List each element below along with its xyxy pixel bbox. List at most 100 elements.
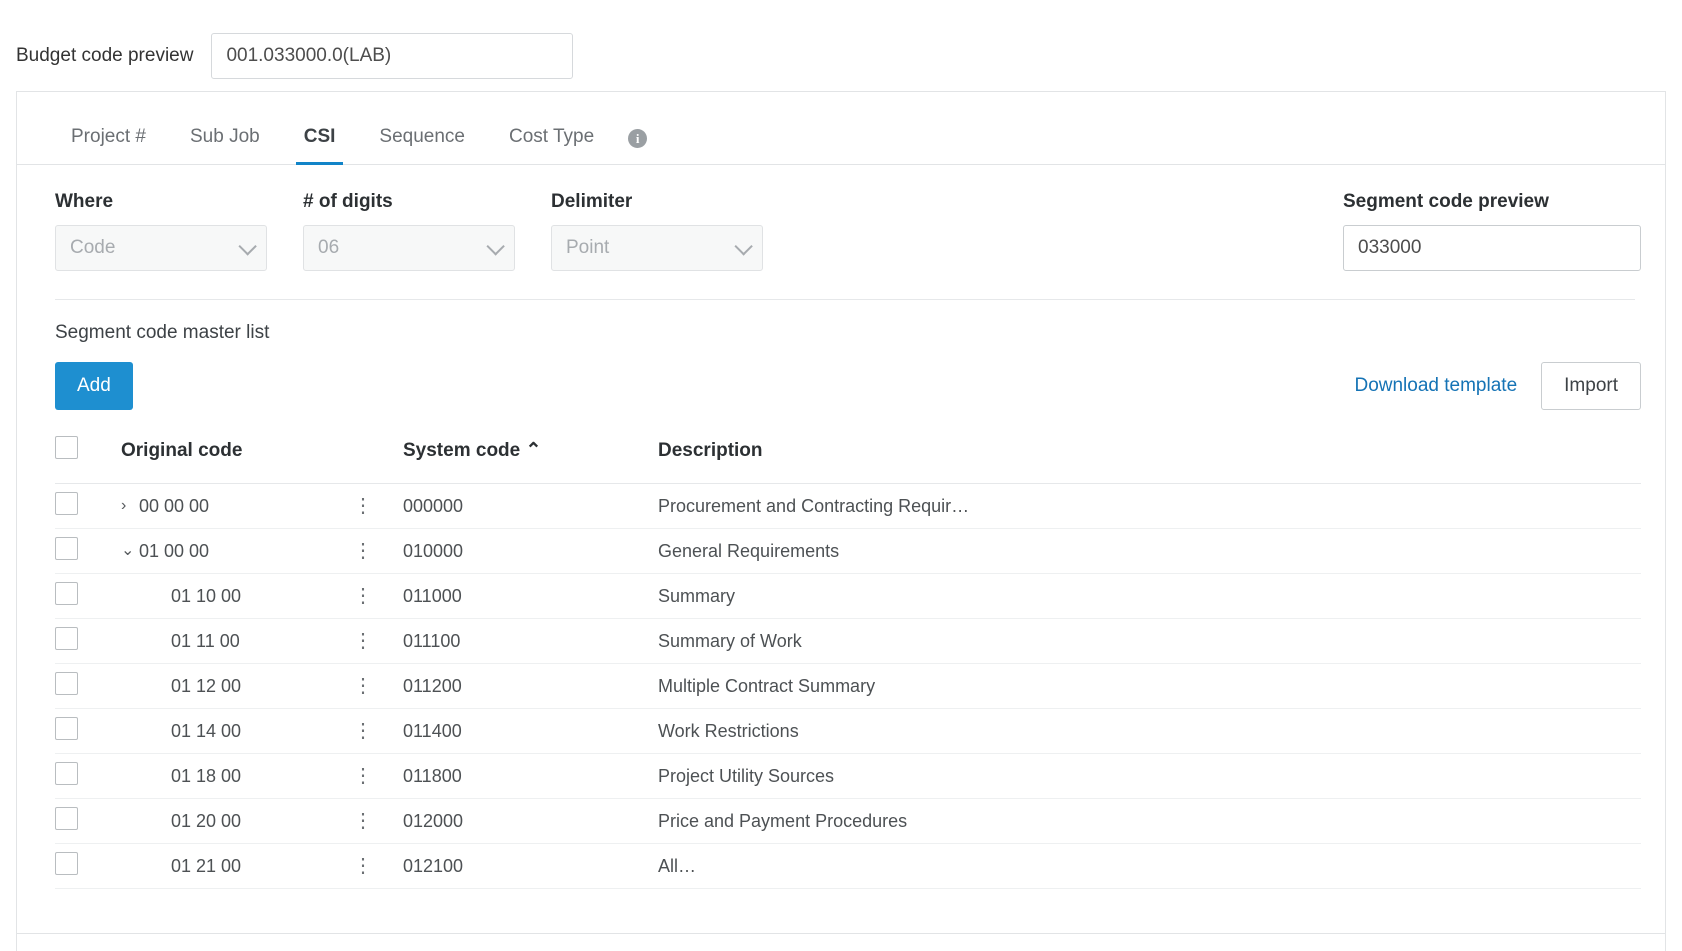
table-row[interactable]: 01 18 00⋮011800Project Utility Sources xyxy=(55,754,1641,799)
download-template-link[interactable]: Download template xyxy=(1354,375,1517,397)
row-menu-icon[interactable]: ⋮ xyxy=(353,810,373,832)
original-code-cell: 01 12 00 xyxy=(121,664,353,709)
where-select[interactable]: Code xyxy=(55,225,267,271)
system-code-header[interactable]: System code ⌃ xyxy=(403,436,658,484)
select-all-checkbox[interactable] xyxy=(55,436,78,459)
table-row[interactable]: ⌄01 00 00⋮010000General Requirements xyxy=(55,529,1641,574)
row-checkbox[interactable] xyxy=(55,537,78,560)
row-menu-icon[interactable]: ⋮ xyxy=(353,720,373,742)
row-menu-cell: ⋮ xyxy=(353,844,403,889)
original-code-cell: 01 18 00 xyxy=(121,754,353,799)
system-code-cell: 011200 xyxy=(403,664,658,709)
row-select-cell xyxy=(55,709,121,754)
row-menu-cell: ⋮ xyxy=(353,754,403,799)
table-row[interactable]: 01 11 00 ⋮ 011100Summary of Work xyxy=(55,619,1641,664)
row-checkbox[interactable] xyxy=(55,807,78,830)
row-menu-icon[interactable]: ⋮ xyxy=(353,855,373,877)
row-menu-icon[interactable]: ⋮ xyxy=(353,540,373,562)
tab-project[interactable]: Project # xyxy=(49,126,168,164)
table-row[interactable]: 01 14 00⋮011400Work Restrictions xyxy=(55,709,1641,754)
row-checkbox[interactable] xyxy=(55,627,78,650)
row-menu-cell: ⋮ xyxy=(353,619,403,664)
row-select-cell xyxy=(55,844,121,889)
row-menu-icon[interactable]: ⋮ xyxy=(353,630,373,652)
add-button[interactable]: Add xyxy=(55,362,133,410)
original-code-value: 01 00 00 xyxy=(139,541,209,562)
original-code-cell: 01 14 00 xyxy=(121,709,353,754)
description-header[interactable]: Description xyxy=(658,436,1641,484)
row-checkbox[interactable] xyxy=(55,672,78,695)
digits-label: # of digits xyxy=(303,191,515,213)
segment-code-preview-field[interactable]: 033000 xyxy=(1343,225,1641,271)
tab-sequence[interactable]: Sequence xyxy=(357,126,487,164)
system-code-cell: 011100 xyxy=(403,619,658,664)
original-code-cell: 01 21 00 xyxy=(121,844,353,889)
master-list-actions: Add Download template Import xyxy=(17,344,1665,410)
segment-config-panel: Project #Sub JobCSISequenceCost Type i Wh… xyxy=(16,91,1666,951)
row-menu-icon[interactable]: ⋮ xyxy=(353,585,373,607)
budget-code-preview-label: Budget code preview xyxy=(16,45,193,67)
row-checkbox[interactable] xyxy=(55,762,78,785)
row-checkbox[interactable] xyxy=(55,582,78,605)
description-cell: Summary of Work xyxy=(658,619,1641,664)
budget-code-preview-row: Budget code preview 001.033000.0(LAB) xyxy=(0,0,1682,86)
select-all-header xyxy=(55,436,121,484)
row-menu-cell: ⋮ xyxy=(353,664,403,709)
original-code-value: 01 11 00 xyxy=(171,631,240,652)
table-head: Original code System code ⌃ Description xyxy=(55,436,1641,484)
row-menu-icon[interactable]: ⋮ xyxy=(353,675,373,697)
original-code-header[interactable]: Original code xyxy=(121,436,353,484)
row-select-cell xyxy=(55,754,121,799)
row-select-cell xyxy=(55,664,121,709)
tab-csi[interactable]: CSI xyxy=(282,126,358,164)
digits-select-value: 06 xyxy=(318,237,339,259)
tab-cost-type[interactable]: Cost Type xyxy=(487,126,616,164)
original-code-cell: 01 11 00 xyxy=(121,619,353,664)
row-select-cell xyxy=(55,619,121,664)
row-select-cell xyxy=(55,574,121,619)
original-code-cell: ›00 00 00 xyxy=(121,484,353,529)
table-body: ›00 00 00⋮000000Procurement and Contract… xyxy=(55,484,1641,889)
row-checkbox[interactable] xyxy=(55,717,78,740)
row-checkbox[interactable] xyxy=(55,852,78,875)
chevron-down-icon xyxy=(486,237,504,255)
chevron-down-icon[interactable]: ⌄ xyxy=(121,543,139,559)
row-select-cell xyxy=(55,529,121,574)
delimiter-select[interactable]: Point xyxy=(551,225,763,271)
tab-sub-job[interactable]: Sub Job xyxy=(168,126,282,164)
table-header-row: Original code System code ⌃ Description xyxy=(55,436,1641,484)
row-menu-icon[interactable]: ⋮ xyxy=(353,765,373,787)
where-select-value: Code xyxy=(70,237,115,259)
system-code-cell: 011800 xyxy=(403,754,658,799)
description-cell: Work Restrictions xyxy=(658,709,1641,754)
delimiter-field-group: Delimiter Point xyxy=(551,191,763,271)
original-code-value: 01 12 00 xyxy=(171,676,241,697)
chevron-right-icon[interactable]: › xyxy=(121,498,139,514)
info-icon[interactable]: i xyxy=(628,129,647,148)
original-code-cell: ⌄01 00 00 xyxy=(121,529,353,574)
original-code-value: 01 21 00 xyxy=(171,856,241,877)
budget-code-preview-field[interactable]: 001.033000.0(LAB) xyxy=(211,33,573,79)
chevron-down-icon xyxy=(238,237,256,255)
description-cell: Summary xyxy=(658,574,1641,619)
segment-code-preview-group: Segment code preview 033000 xyxy=(1343,191,1641,271)
segment-code-table-wrap: Original code System code ⌃ Description … xyxy=(55,436,1641,889)
table-row[interactable]: 01 21 00⋮012100All… xyxy=(55,844,1641,889)
description-cell: All… xyxy=(658,844,1641,889)
digits-select[interactable]: 06 xyxy=(303,225,515,271)
table-row[interactable]: 01 10 00⋮011000Summary xyxy=(55,574,1641,619)
import-button[interactable]: Import xyxy=(1541,362,1641,410)
description-cell: Multiple Contract Summary xyxy=(658,664,1641,709)
budget-code-preview-value: 001.033000.0(LAB) xyxy=(226,45,391,67)
table-row[interactable]: 01 12 00 ⋮ 011200Multiple Contract Summary xyxy=(55,664,1641,709)
kebab-header xyxy=(353,436,403,484)
table-row[interactable]: 01 20 00⋮012000Price and Payment Procedu… xyxy=(55,799,1641,844)
description-cell: General Requirements xyxy=(658,529,1641,574)
original-code-value: 00 00 00 xyxy=(139,496,209,517)
row-menu-cell: ⋮ xyxy=(353,529,403,574)
row-menu-cell: ⋮ xyxy=(353,484,403,529)
where-field-group: Where Code xyxy=(55,191,267,271)
row-menu-icon[interactable]: ⋮ xyxy=(353,495,373,517)
row-checkbox[interactable] xyxy=(55,492,78,515)
table-row[interactable]: ›00 00 00⋮000000Procurement and Contract… xyxy=(55,484,1641,529)
